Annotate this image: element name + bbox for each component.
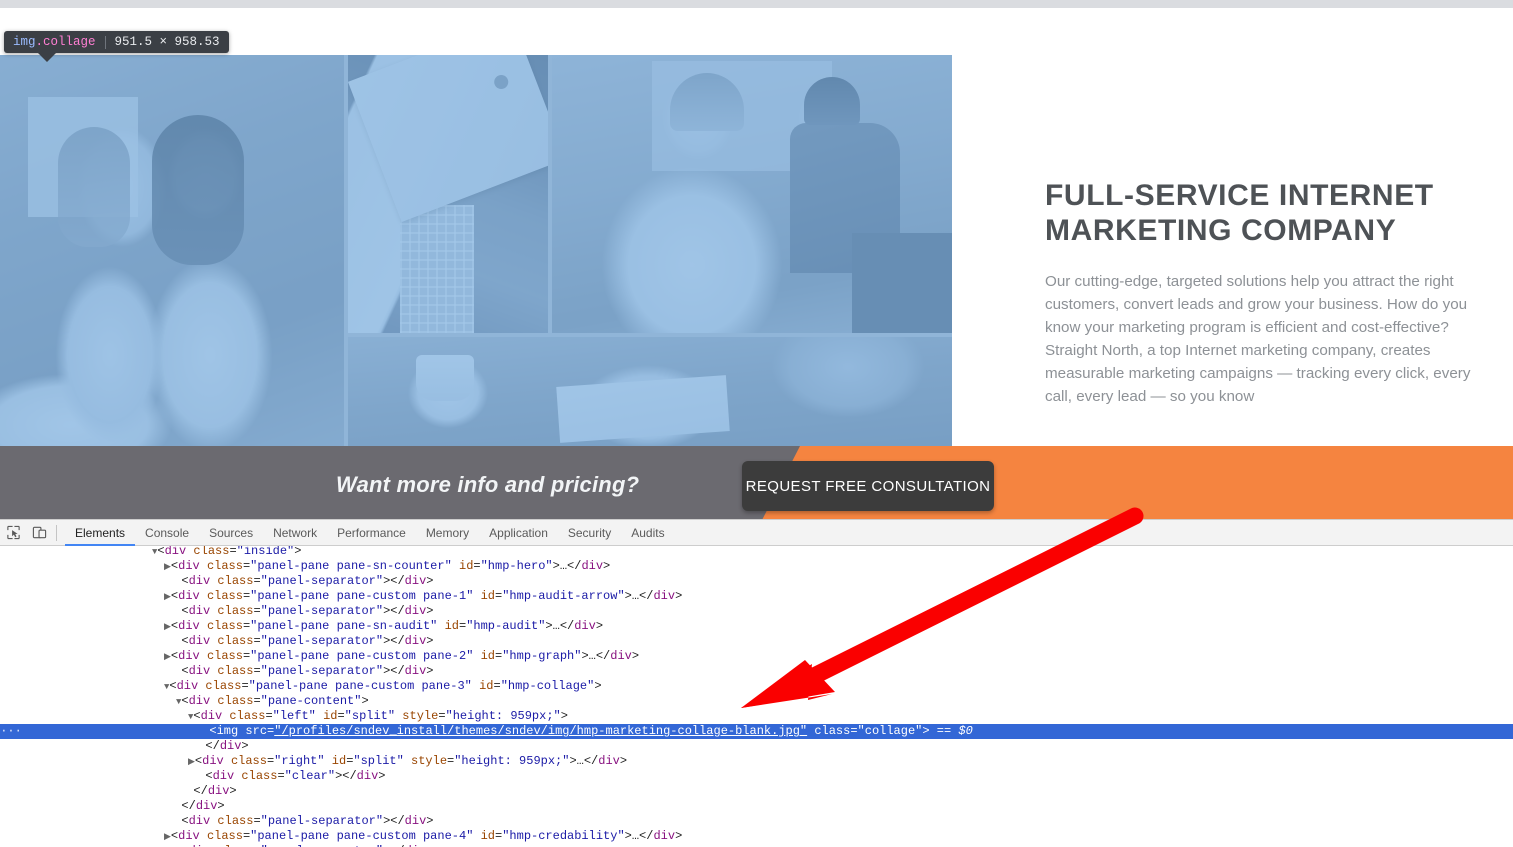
disclosure-triangle-icon[interactable]: ▶ [164, 652, 171, 662]
row-ellipsis-badge[interactable]: ··· [0, 725, 22, 738]
collage-image[interactable]: STRAIGHTNORTH [0, 55, 952, 446]
dom-row[interactable]: <div class="panel-separator"></div> [0, 574, 1513, 589]
tooltip-dimensions: 951.5 × 958.53 [114, 35, 220, 49]
dom-row[interactable]: ▼<div class="inside"> [0, 546, 1513, 559]
hero-text-column: FULL-SERVICE INTERNET MARKETING COMPANY … [1045, 178, 1475, 408]
element-highlight-tooltip: img .collage 951.5 × 958.53 [4, 31, 229, 53]
tab-elements[interactable]: Elements [65, 520, 135, 546]
dom-row[interactable]: ▼<div class="pane-content"> [0, 694, 1513, 709]
tooltip-tag-name: img [13, 35, 36, 49]
disclosure-triangle-icon[interactable]: ▶ [188, 757, 195, 767]
folder-logo-mark [492, 72, 511, 92]
tab-network[interactable]: Network [263, 520, 327, 546]
collage-tile-two-men [552, 55, 952, 333]
tab-audits[interactable]: Audits [621, 520, 674, 546]
tab-performance[interactable]: Performance [327, 520, 416, 546]
browser-chrome-strip [0, 0, 1513, 8]
collage-tile-folder: STRAIGHTNORTH [348, 55, 548, 333]
person-hair-dark [152, 115, 244, 265]
dom-row-selected[interactable]: ··· <img src="/profiles/sndev_install/th… [0, 724, 1513, 739]
dom-row[interactable]: </div> [0, 739, 1513, 754]
person-hair-blonde [58, 127, 130, 247]
papers-shape [556, 375, 730, 443]
dom-row[interactable]: <div class="panel-separator"></div> [0, 814, 1513, 829]
dom-row[interactable]: ▶<div class="right" id="split" style="he… [0, 754, 1513, 769]
tooltip-divider [104, 35, 106, 49]
dom-row[interactable]: ▼<div class="left" id="split" style="hei… [0, 709, 1513, 724]
dom-row[interactable]: ▶<div class="panel-pane pane-custom pane… [0, 589, 1513, 604]
page-viewport: STRAIGHTNORTH FULL-SERVICE INTE [0, 8, 1513, 519]
request-free-consultation-button[interactable]: REQUEST FREE CONSULTATION [742, 461, 994, 511]
cta-question-label: Want more info and pricing? [336, 472, 640, 497]
inspect-element-icon[interactable] [0, 520, 26, 546]
dom-row[interactable]: ▶<div class="panel-pane pane-custom pane… [0, 829, 1513, 844]
collage-tile-coffee-documents [348, 337, 952, 446]
page-title: FULL-SERVICE INTERNET MARKETING COMPANY [1045, 179, 1434, 247]
dom-row[interactable]: ▶<div class="panel-pane pane-sn-counter"… [0, 559, 1513, 574]
tab-memory[interactable]: Memory [416, 520, 479, 546]
disclosure-triangle-icon[interactable]: ▶ [164, 562, 171, 572]
tab-security[interactable]: Security [558, 520, 621, 546]
dom-row[interactable]: ▼<div class="panel-pane pane-custom pane… [0, 679, 1513, 694]
devtools-toolbar: Elements Console Sources Network Performance… [0, 520, 1513, 546]
device-toolbar-icon[interactable] [26, 520, 52, 546]
toolbar-divider [56, 524, 57, 541]
dom-row[interactable]: <div class="panel-separator"></div> [0, 604, 1513, 619]
dom-row[interactable]: ▶<div class="panel-pane pane-custom pane… [0, 649, 1513, 664]
dom-row[interactable]: ▶<div class="panel-pane pane-sn-audit" i… [0, 619, 1513, 634]
dom-row[interactable]: <div class="clear"></div> [0, 769, 1513, 784]
tooltip-pointer-icon [38, 53, 56, 62]
coffee-cup-shape [416, 355, 474, 401]
checked-shirt-shape [400, 205, 474, 333]
disclosure-triangle-icon[interactable]: ▶ [164, 832, 171, 842]
dom-row[interactable]: </div> [0, 784, 1513, 799]
hero-paragraph: Our cutting-edge, targeted solutions hel… [1045, 273, 1471, 405]
desk-shape [852, 233, 952, 333]
tab-console[interactable]: Console [135, 520, 199, 546]
disclosure-triangle-icon[interactable]: ▶ [164, 592, 171, 602]
dom-tree[interactable]: ▼<div class="inside"> ▶<div class="panel-… [0, 546, 1513, 847]
person-hair-dark [804, 77, 860, 125]
tab-application[interactable]: Application [479, 520, 558, 546]
dom-row[interactable]: <div class="panel-separator"></div> [0, 634, 1513, 649]
devtools-tab-bar: Elements Console Sources Network Performance… [65, 520, 675, 546]
dom-row[interactable]: <div class="panel-separator"></div> [0, 664, 1513, 679]
dom-row[interactable]: </div> [0, 799, 1513, 814]
disclosure-triangle-icon[interactable]: ▶ [164, 622, 171, 632]
collage-tile-two-women [0, 55, 344, 446]
tooltip-class-name: .collage [35, 35, 96, 49]
devtools-panel: Elements Console Sources Network Performance… [0, 519, 1513, 847]
screenshot-root: STRAIGHTNORTH FULL-SERVICE INTE [0, 0, 1513, 847]
tab-sources[interactable]: Sources [199, 520, 263, 546]
